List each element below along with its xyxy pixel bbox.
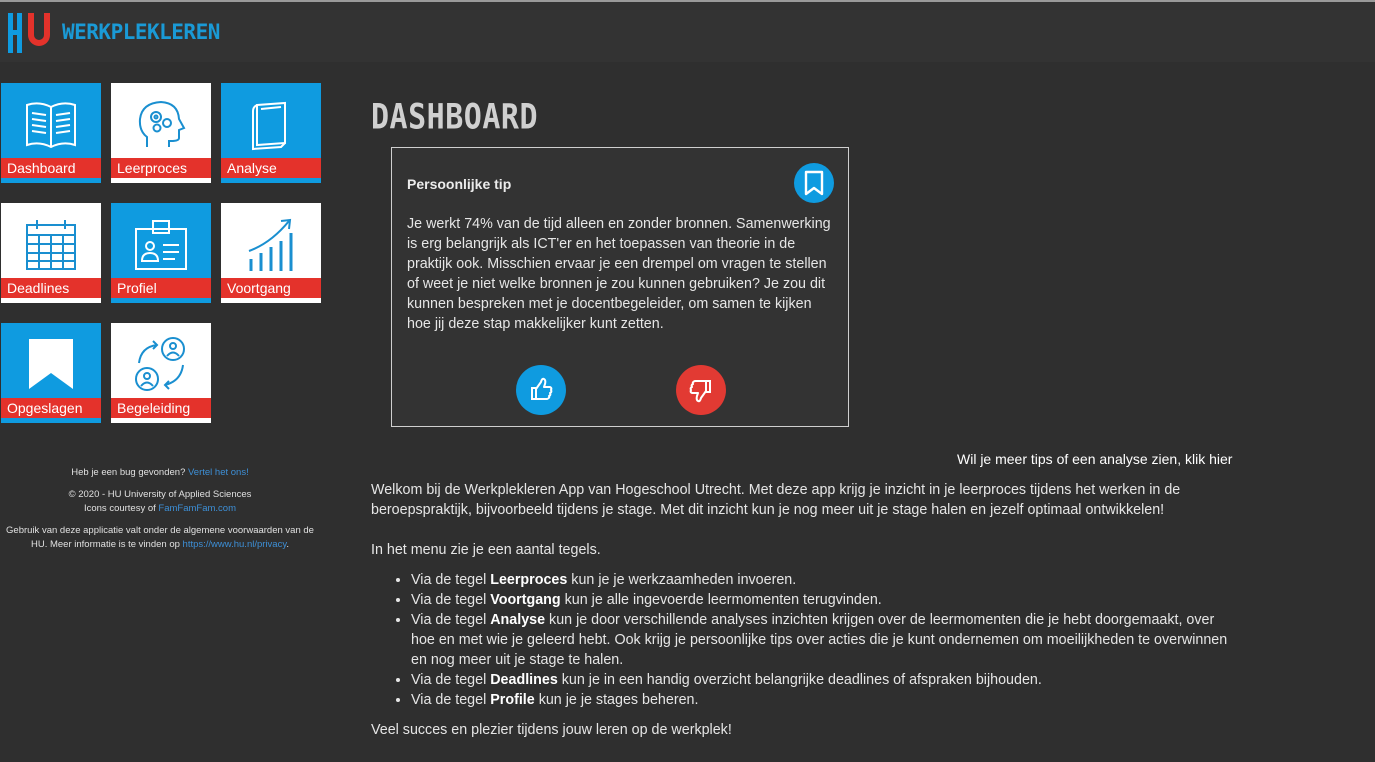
tile-analyse[interactable]: Analyse xyxy=(221,83,321,183)
bookmark-icon xyxy=(29,339,73,389)
notebook-icon xyxy=(252,101,286,151)
hu-logo[interactable] xyxy=(8,13,52,53)
famfamfam-link[interactable]: FamFamFam.com xyxy=(158,503,236,514)
list-item-post: kun je alle ingevoerde leermomenten teru… xyxy=(560,592,882,608)
app-header: Werkplekleren xyxy=(0,2,1375,62)
list-item: Via de tegel Deadlines kun je in een han… xyxy=(411,670,1231,690)
tile-opgeslagen[interactable]: Opgeslagen xyxy=(1,323,101,423)
tile-voortgang[interactable]: Voortgang xyxy=(221,203,321,303)
tile-label: Leerproces xyxy=(111,158,211,178)
tile-label: Deadlines xyxy=(1,278,101,298)
list-item-pre: Via de tegel xyxy=(411,692,491,708)
more-tips-link[interactable]: Wil je meer tips of een analyse zien, kl… xyxy=(957,451,1232,467)
privacy-link[interactable]: https://www.hu.nl/privacy xyxy=(183,539,287,550)
menu-intro-text: In het menu zie je een aantal tegels. xyxy=(371,542,601,558)
tile-strip xyxy=(221,298,321,303)
welcome-text: Welkom bij de Werkplekleren App van Hoge… xyxy=(371,482,1181,518)
thumbs-down-icon xyxy=(689,380,711,403)
list-item-post: kun je in een handig overzicht belangrij… xyxy=(557,672,1042,688)
thumbs-down-button[interactable] xyxy=(676,365,726,415)
bug-report-line: Heb je een bug gevonden? Vertel het ons! xyxy=(0,466,320,480)
list-item-post: kun je je stages beheren. xyxy=(534,692,699,708)
growth-chart-icon xyxy=(248,218,293,271)
list-item-bold: Voortgang xyxy=(490,592,561,608)
closing-text: Veel succes en plezier tijdens jouw lere… xyxy=(371,722,732,738)
list-item: Via de tegel Leerproces kun je je werkza… xyxy=(411,570,1231,590)
tile-explanation-list: Via de tegel Leerproces kun je je werkza… xyxy=(371,570,1231,710)
tile-strip xyxy=(1,418,101,423)
tile-label: Begeleiding xyxy=(111,398,211,418)
tip-card-text: Je werkt 74% van de tijd alleen en zonde… xyxy=(407,216,831,332)
tile-strip xyxy=(1,298,101,303)
calendar-icon xyxy=(26,220,76,270)
tip-card-title: Persoonlijke tip xyxy=(407,176,512,192)
bookmark-outline-icon xyxy=(804,170,824,196)
list-item-post: kun je je werkzaamheden invoeren. xyxy=(567,572,797,588)
credits: © 2020 - HU University of Applied Scienc… xyxy=(0,488,320,516)
list-item-pre: Via de tegel xyxy=(411,572,491,588)
list-item-pre: Via de tegel xyxy=(411,612,491,628)
list-item-bold: Leerproces xyxy=(490,572,568,588)
tile-strip xyxy=(1,178,101,183)
tile-strip xyxy=(221,178,321,183)
list-item: Via de tegel Analyse kun je door verschi… xyxy=(411,610,1231,670)
tile-strip xyxy=(111,298,211,303)
tile-strip xyxy=(111,178,211,183)
tile-label: Dashboard xyxy=(1,158,101,178)
tile-profiel[interactable]: Profiel xyxy=(111,203,211,303)
book-icon xyxy=(26,102,76,149)
save-tip-button[interactable] xyxy=(794,163,834,203)
icons-credit-text: Icons courtesy of xyxy=(83,503,156,514)
tile-label: Analyse xyxy=(221,158,321,178)
tip-card: Persoonlijke tip Je werkt 74% van de tij… xyxy=(391,147,849,427)
tile-deadlines[interactable]: Deadlines xyxy=(1,203,101,303)
copyright-text: © 2020 - HU University of Applied Scienc… xyxy=(68,489,252,500)
list-item-pre: Via de tegel xyxy=(411,672,491,688)
id-card-icon xyxy=(135,220,187,270)
list-item-bold: Profile xyxy=(490,692,535,708)
sidebar-footer: Heb je een bug gevonden? Vertel het ons!… xyxy=(0,466,320,560)
thumbs-up-icon xyxy=(531,377,553,400)
tile-strip xyxy=(111,418,211,423)
intro-section: Welkom bij de Werkplekleren App van Hoge… xyxy=(371,480,1231,740)
list-item-pre: Via de tegel xyxy=(411,592,491,608)
list-item: Via de tegel Voortgang kun je alle ingev… xyxy=(411,590,1231,610)
brand-name[interactable]: Werkplekleren xyxy=(62,20,220,44)
list-item-bold: Deadlines xyxy=(490,672,558,688)
people-exchange-icon xyxy=(135,337,185,391)
terms-line: Gebruik van deze applicatie valt onder d… xyxy=(0,524,320,552)
tile-label: Profiel xyxy=(111,278,211,298)
page-title: DASHBOARD xyxy=(371,97,539,138)
bug-text: Heb je een bug gevonden? xyxy=(71,467,186,478)
thumbs-up-button[interactable] xyxy=(516,365,566,415)
tile-label: Opgeslagen xyxy=(1,398,101,418)
terms-end: . xyxy=(286,539,290,550)
head-gears-icon xyxy=(138,100,186,147)
list-item: Via de tegel Profile kun je je stages be… xyxy=(411,690,1231,710)
list-item-bold: Analyse xyxy=(490,612,546,628)
bug-report-link[interactable]: Vertel het ons! xyxy=(188,467,249,478)
tile-begeleiding[interactable]: Begeleiding xyxy=(111,323,211,423)
tile-dashboard[interactable]: Dashboard xyxy=(1,83,101,183)
tile-label: Voortgang xyxy=(221,278,321,298)
tile-leerproces[interactable]: Leerproces xyxy=(111,83,211,183)
